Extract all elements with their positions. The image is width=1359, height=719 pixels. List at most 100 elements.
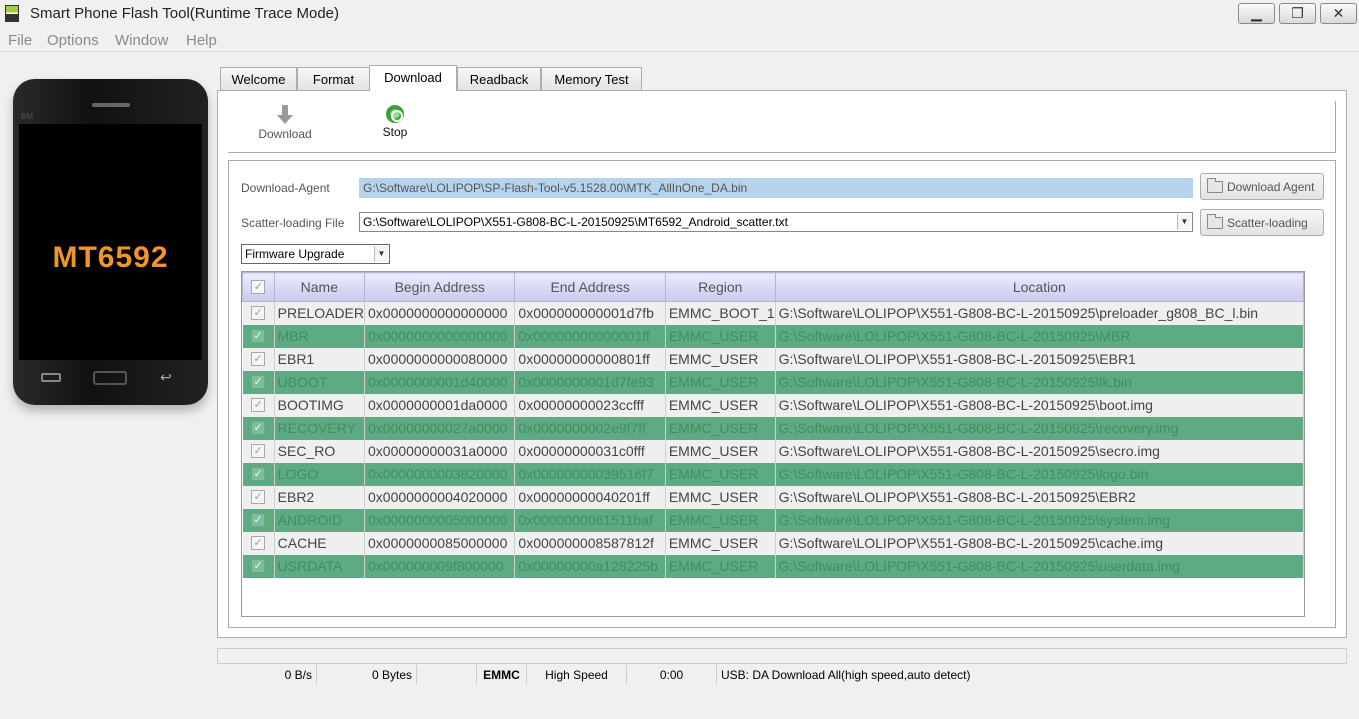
stop-button[interactable]: Stop — [378, 105, 412, 139]
row-checkbox-cell[interactable]: ✓ — [242, 347, 275, 371]
cell-end-address: 0x00000000000801ff — [514, 347, 666, 371]
table-header: ✓ Name Begin Address End Address Region … — [242, 272, 1304, 302]
row-checkbox-cell[interactable]: ✓ — [242, 301, 275, 325]
app-icon — [5, 5, 19, 22]
folder-icon — [1207, 214, 1223, 229]
download-panel: Download Stop Download-Agent G:\Software… — [217, 90, 1347, 638]
cell-begin-address: 0x0000000005000000 — [364, 508, 516, 532]
row-checkbox-cell[interactable]: ✓ — [242, 416, 275, 440]
row-checkbox-cell[interactable]: ✓ — [242, 531, 275, 555]
download-settings: Download-Agent G:\Software\LOLIPOP\SP-Fl… — [228, 160, 1336, 628]
column-header-begin-address[interactable]: Begin Address — [363, 272, 516, 302]
table-row[interactable]: ✓ PRELOADER 0x0000000000000000 0x0000000000… — [242, 301, 1304, 325]
row-checkbox[interactable]: ✓ — [251, 490, 266, 504]
select-all-header[interactable]: ✓ — [242, 272, 275, 302]
table-row[interactable]: ✓ USRDATA 0x000000009f800000 0x00000000a128… — [242, 554, 1304, 578]
table-row[interactable]: ✓ EBR1 0x0000000000080000 0x00000000000801f… — [242, 347, 1304, 371]
menu-options[interactable]: Options — [47, 32, 99, 49]
chevron-down-icon[interactable]: ▼ — [1177, 214, 1191, 230]
table-row[interactable]: ✓ LOGO 0x0000000003820000 0x00000000039516f… — [242, 462, 1304, 486]
row-checkbox-cell[interactable]: ✓ — [242, 554, 275, 578]
folder-icon — [1207, 178, 1223, 193]
maximize-button[interactable]: ❐ — [1279, 3, 1316, 24]
cell-region: EMMC_USER — [665, 324, 776, 348]
toolbar: Download Stop — [228, 101, 1336, 153]
tab-memory-test[interactable]: Memory Test — [541, 67, 642, 90]
cell-name: USRDATA — [274, 554, 366, 578]
chevron-down-icon[interactable]: ▼ — [374, 246, 388, 262]
row-checkbox[interactable]: ✓ — [251, 536, 266, 550]
row-checkbox[interactable]: ✓ — [251, 375, 266, 389]
table-row[interactable]: ✓ CACHE 0x0000000085000000 0x00000000858781… — [242, 531, 1304, 555]
table-row[interactable]: ✓ RECOVERY 0x00000000027a0000 0x0000000002e… — [242, 416, 1304, 440]
column-header-region[interactable]: Region — [664, 272, 776, 302]
table-row[interactable]: ✓ ANDROID 0x0000000005000000 0x000000006151… — [242, 508, 1304, 532]
row-checkbox-cell[interactable]: ✓ — [242, 508, 275, 532]
cell-begin-address: 0x0000000001da0000 — [364, 393, 516, 417]
minimize-button[interactable]: ▁ — [1238, 3, 1275, 24]
row-checkbox-cell[interactable]: ✓ — [242, 370, 275, 394]
cell-name: MBR — [274, 324, 366, 348]
row-checkbox[interactable]: ✓ — [251, 352, 266, 366]
menu-help[interactable]: Help — [186, 32, 217, 49]
row-checkbox[interactable]: ✓ — [251, 398, 266, 412]
menu-key-icon — [41, 373, 61, 382]
row-checkbox-cell[interactable]: ✓ — [242, 462, 275, 486]
scatter-loading-button[interactable]: Scatter-loading — [1200, 209, 1324, 236]
tab-readback[interactable]: Readback — [457, 67, 541, 90]
row-checkbox-cell[interactable]: ✓ — [242, 324, 275, 348]
cell-name: ANDROID — [274, 508, 366, 532]
scatter-label: Scatter-loading File — [241, 216, 345, 230]
row-checkbox-cell[interactable]: ✓ — [242, 485, 275, 509]
close-button[interactable]: ✕ — [1320, 3, 1357, 24]
cell-end-address: 0x0000000002e9f7ff — [514, 416, 666, 440]
cell-location: G:\Software\LOLIPOP\X551-G808-BC-L-20150… — [775, 531, 1304, 555]
cell-location: G:\Software\LOLIPOP\X551-G808-BC-L-20150… — [775, 554, 1304, 578]
status-storage: EMMC — [477, 665, 527, 684]
column-header-name[interactable]: Name — [273, 272, 366, 302]
cell-begin-address: 0x000000009f800000 — [364, 554, 516, 578]
cell-name: PRELOADER — [274, 301, 366, 325]
download-agent-field[interactable]: G:\Software\LOLIPOP\SP-Flash-Tool-v5.152… — [359, 178, 1193, 198]
cell-name: SEC_RO — [274, 439, 366, 463]
table-row[interactable]: ✓ EBR2 0x0000000004020000 0x00000000040201f… — [242, 485, 1304, 509]
row-checkbox[interactable]: ✓ — [251, 329, 266, 343]
phone-illustration: BM MT6592 ↩ — [13, 79, 208, 405]
tab-download[interactable]: Download — [369, 65, 457, 91]
download-button[interactable]: Download — [256, 105, 314, 141]
table-row[interactable]: ✓ BOOTIMG 0x0000000001da0000 0x00000000023c… — [242, 393, 1304, 417]
select-all-checkbox[interactable]: ✓ — [251, 280, 266, 294]
cell-name: RECOVERY — [274, 416, 366, 440]
cell-region: EMMC_USER — [665, 416, 776, 440]
row-checkbox[interactable]: ✓ — [251, 306, 266, 321]
row-checkbox-cell[interactable]: ✓ — [242, 393, 275, 417]
scatter-file-combo[interactable]: G:\Software\LOLIPOP\X551-G808-BC-L-20150… — [359, 212, 1193, 232]
row-checkbox[interactable]: ✓ — [251, 421, 266, 435]
mode-select[interactable]: Firmware Upgrade ▼ — [241, 244, 390, 264]
tab-format[interactable]: Format — [297, 67, 370, 90]
menu-file[interactable]: File — [8, 32, 32, 49]
home-key-icon — [93, 371, 127, 385]
table-row[interactable]: ✓ MBR 0x0000000000000000 0x00000000000001ff… — [242, 324, 1304, 348]
phone-speaker — [92, 103, 130, 107]
status-bytes: 0 Bytes — [317, 665, 417, 684]
stop-button-label: Stop — [382, 125, 408, 139]
table-row[interactable]: ✓ SEC_RO 0x00000000031a0000 0x00000000031c0… — [242, 439, 1304, 463]
cell-begin-address: 0x0000000085000000 — [364, 531, 516, 555]
menu-window[interactable]: Window — [115, 32, 168, 49]
column-header-location[interactable]: Location — [774, 272, 1304, 302]
row-checkbox[interactable]: ✓ — [251, 444, 266, 458]
cell-name: LOGO — [274, 462, 366, 486]
cell-begin-address: 0x0000000001d40000 — [364, 370, 516, 394]
row-checkbox[interactable]: ✓ — [251, 559, 266, 573]
row-checkbox-cell[interactable]: ✓ — [242, 439, 275, 463]
download-agent-button-label: Download Agent — [1227, 180, 1315, 194]
row-checkbox[interactable]: ✓ — [251, 467, 266, 481]
table-row[interactable]: ✓ UBOOT 0x0000000001d40000 0x0000000001d7fe… — [242, 370, 1304, 394]
column-header-end-address[interactable]: End Address — [514, 272, 666, 302]
scatter-file-value: G:\Software\LOLIPOP\X551-G808-BC-L-20150… — [363, 215, 788, 229]
tab-welcome[interactable]: Welcome — [220, 67, 297, 90]
row-checkbox[interactable]: ✓ — [251, 513, 266, 527]
download-agent-button[interactable]: Download Agent — [1200, 173, 1324, 200]
cell-end-address: 0x00000000023ccfff — [514, 393, 666, 417]
